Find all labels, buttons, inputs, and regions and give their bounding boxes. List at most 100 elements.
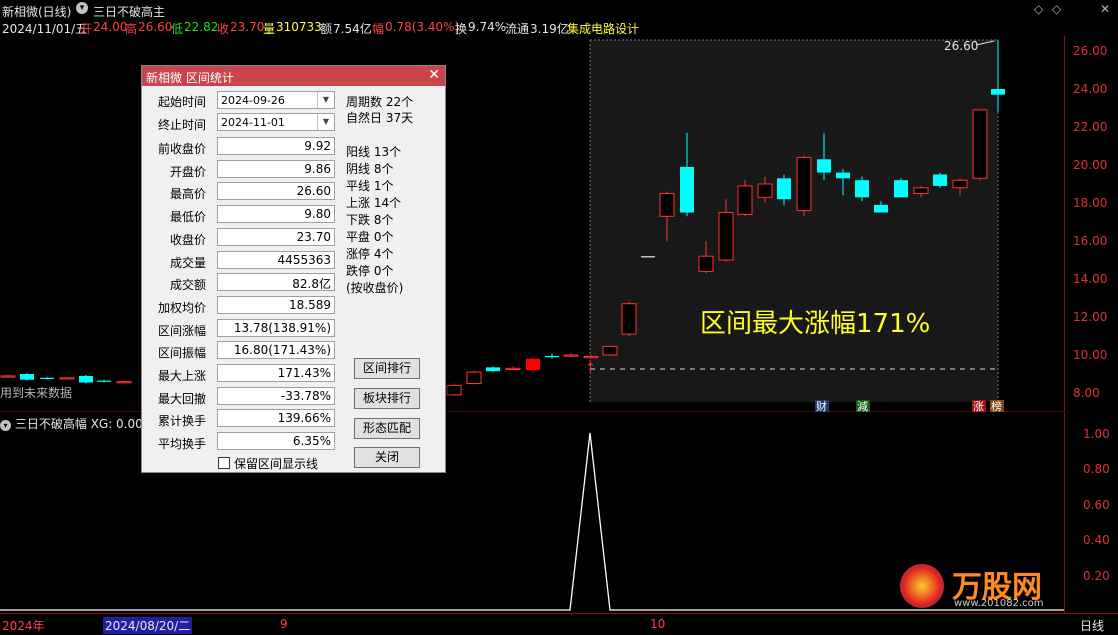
candle-body[interactable] [79, 375, 93, 383]
interval-stats-dialog: 新相微 区间统计 ✕ 起始时间 2024-09-26 ▼ 终止时间 2024-1… [141, 65, 446, 473]
svg-text:财: 财 [816, 399, 827, 412]
start-date-picker[interactable]: 2024-09-26 ▼ [217, 91, 335, 109]
candle-body[interactable] [757, 183, 773, 198]
chevron-down-icon[interactable]: ▼ [317, 92, 334, 108]
candle-body[interactable] [526, 358, 540, 371]
formula-name[interactable]: 三日不破高主 [93, 3, 165, 20]
low-value: 22.82 [184, 20, 219, 34]
candle-body[interactable] [641, 256, 655, 258]
x-label-month: 9 [280, 617, 288, 631]
end-date-picker[interactable]: 2024-11-01 ▼ [217, 113, 335, 131]
stat-note: (按收盘价) [346, 281, 404, 295]
candle-body[interactable] [466, 371, 482, 385]
candle-body[interactable] [97, 380, 111, 382]
dialog-titlebar[interactable]: 新相微 区间统计 ✕ [142, 66, 445, 86]
candle-body[interactable] [894, 180, 908, 198]
pattern-match-button[interactable]: 形态匹配 [354, 418, 420, 439]
svg-text:減: 減 [857, 399, 868, 412]
chevron-down-icon[interactable]: ▼ [317, 114, 334, 130]
field-value[interactable]: 6.35% [217, 432, 335, 451]
period-label: (日线) [38, 5, 72, 19]
y-tick: 18.00 [1073, 196, 1108, 210]
start-time-label: 起始时间 [157, 95, 206, 109]
candle-body[interactable] [545, 355, 559, 358]
close-icon[interactable]: ✕ [428, 67, 440, 83]
field-value[interactable]: 82.8亿 [217, 273, 335, 292]
candle-body[interactable] [0, 375, 16, 378]
sector-label[interactable]: 集成电路设计 [567, 20, 639, 37]
candle-body[interactable] [20, 374, 34, 380]
interval-ranking-button[interactable]: 区间排行 [354, 358, 420, 379]
field-value[interactable]: -33.78% [217, 386, 335, 405]
field-value[interactable]: 4455363 [217, 250, 335, 269]
indicator-title[interactable]: 三日不破高幅 [15, 417, 87, 431]
field-value[interactable]: 9.86 [217, 159, 335, 178]
field-label: 前收盘价 [157, 142, 206, 156]
candle-body[interactable] [796, 156, 812, 212]
y-tick: 1.00 [1083, 427, 1110, 441]
field-label: 累计换手 [157, 414, 206, 429]
candle-body[interactable] [583, 356, 599, 359]
open-label: 开 [80, 22, 93, 36]
candle-body[interactable] [972, 109, 988, 179]
field-value[interactable]: 23.70 [217, 227, 335, 246]
close-icon[interactable]: ✕ [1100, 2, 1110, 16]
candle-body[interactable] [991, 89, 1005, 95]
field-value[interactable]: 171.43% [217, 364, 335, 382]
sector-ranking-button[interactable]: 板块排行 [354, 388, 420, 409]
candle-body[interactable] [777, 178, 791, 200]
candle-body[interactable] [680, 166, 694, 213]
candle-body[interactable] [446, 384, 462, 396]
field-value[interactable]: 16.80(171.43%) [217, 341, 335, 360]
candle-body[interactable] [817, 159, 831, 173]
y-tick: 14.00 [1073, 272, 1108, 286]
candle-body[interactable] [874, 204, 888, 213]
candle-body[interactable] [933, 174, 947, 186]
candle-body[interactable] [913, 187, 929, 195]
logo-emblem-icon [900, 564, 944, 608]
candle-body[interactable] [116, 381, 132, 384]
field-value[interactable]: 9.92 [217, 137, 335, 155]
price-axis[interactable]: 26.00 24.00 22.00 20.00 18.00 16.00 14.0… [1064, 36, 1118, 412]
candle-body[interactable] [602, 345, 618, 356]
time-axis[interactable]: 2024年 2024/08/20/二 9 10 日线 [0, 613, 1118, 635]
field-label: 成交额 [169, 278, 206, 293]
future-data-note: 用到未来数据 [0, 385, 72, 400]
field-label: 最低价 [169, 210, 206, 225]
candle-body[interactable] [698, 255, 714, 272]
stock-name[interactable]: 新相微 [2, 3, 38, 20]
turnover-value: 9.74% [468, 20, 507, 34]
candle-body[interactable] [563, 354, 579, 357]
field-value[interactable]: 139.66% [217, 409, 335, 428]
candle-body[interactable] [855, 180, 869, 198]
window-control-icon[interactable]: ◇ [1052, 2, 1061, 16]
dialog-close-button[interactable]: 关闭 [354, 447, 420, 468]
y-tick: 0.60 [1083, 498, 1110, 512]
candle-body[interactable] [505, 367, 521, 370]
y-tick: 20.00 [1073, 158, 1108, 172]
candle-body[interactable] [621, 303, 637, 335]
chevron-down-icon[interactable]: ▾ [76, 2, 88, 14]
indicator-xg: XG: 0.00 [90, 417, 143, 431]
candle-body[interactable] [59, 377, 75, 380]
candle-body[interactable] [952, 179, 968, 189]
candle-body[interactable] [718, 212, 734, 261]
x-label-period[interactable]: 日线 [1080, 617, 1104, 634]
candle-body[interactable] [836, 172, 850, 179]
field-value[interactable]: 9.80 [217, 205, 335, 224]
close-value: 23.70 [230, 20, 265, 34]
candle-body[interactable] [486, 367, 500, 372]
candle-body[interactable] [737, 185, 753, 215]
y-tick: 8.00 [1073, 386, 1100, 400]
logo-url: www.201082.com [954, 598, 1044, 609]
diamond-icon[interactable]: ◇ [1034, 2, 1043, 16]
candle-body[interactable] [659, 193, 675, 217]
x-label-month: 10 [650, 617, 666, 631]
candle-body[interactable] [40, 377, 54, 379]
field-value[interactable]: 26.60 [217, 182, 335, 201]
field-value[interactable]: 18.589 [217, 295, 335, 314]
keep-line-checkbox[interactable] [218, 457, 230, 469]
dialog-title: 新相微 区间统计 [146, 71, 234, 85]
field-value[interactable]: 13.78(138.91%) [217, 318, 335, 337]
chevron-down-icon[interactable]: ▾ [0, 420, 11, 431]
